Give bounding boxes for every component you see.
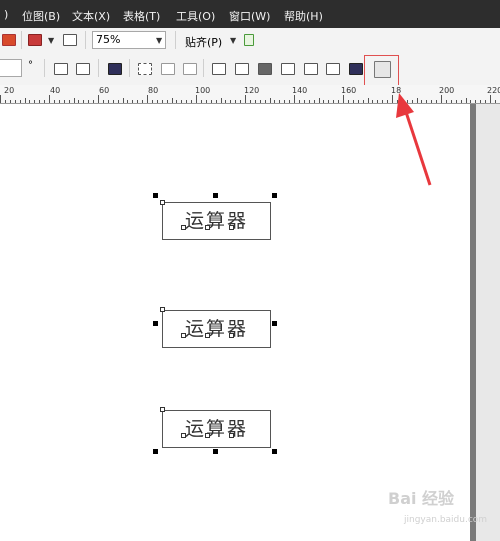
arrow-shaft <box>404 111 432 186</box>
arrow-head <box>396 93 414 118</box>
annotation-arrow <box>396 93 432 186</box>
watermark-logo: Bai 经验 <box>388 489 455 508</box>
watermark-url: jingyan.baidu.com <box>404 515 488 525</box>
